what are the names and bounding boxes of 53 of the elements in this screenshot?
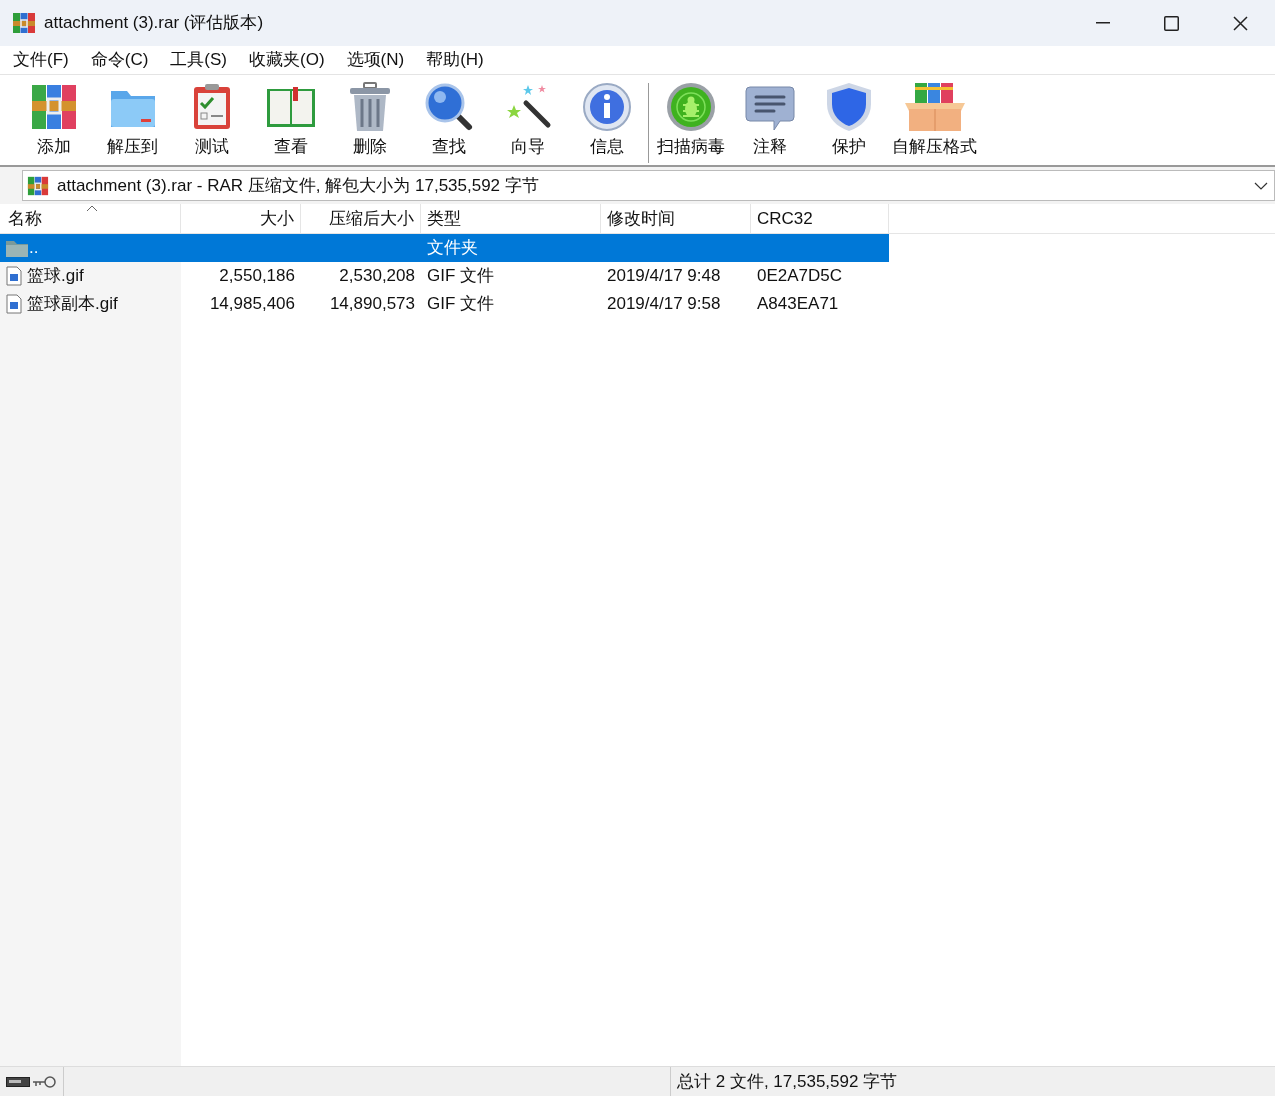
key-icon <box>32 1074 56 1089</box>
close-icon <box>1232 15 1248 31</box>
maximize-icon <box>1163 15 1179 31</box>
folder-icon <box>6 239 28 257</box>
toolbar-button[interactable]: 删除 <box>330 81 409 158</box>
bug-scanner-icon <box>664 81 717 133</box>
toolbar-button[interactable]: 注释 <box>730 81 809 158</box>
table-cell: GIF 文件 <box>427 266 495 286</box>
table-cell-text: 篮球副本.gif <box>27 293 118 316</box>
image-file-icon <box>6 294 22 314</box>
table-cell: 14,890,573 <box>329 294 415 314</box>
table-cell: A843EA71 <box>757 294 839 314</box>
window-title: attachment (3).rar (评估版本) <box>44 12 264 35</box>
menu-item[interactable]: 命令(C) <box>83 47 156 73</box>
address-field[interactable]: attachment (3).rar - RAR 压缩文件, 解包大小为 17,535,592 字节 <box>22 170 1275 201</box>
toolbar-button[interactable]: 查看 <box>251 81 330 158</box>
toolbar-button[interactable]: 测试 <box>172 81 251 158</box>
table-cell-text: 篮球.gif <box>27 265 84 288</box>
menu-item[interactable]: 文件(F) <box>6 47 76 73</box>
box-books-icon <box>902 81 967 133</box>
file-row[interactable]: .. 文件夹 <box>0 234 889 262</box>
table-cell: 文件夹 <box>427 238 478 258</box>
image-file-icon <box>6 266 22 286</box>
app-icon <box>12 11 36 35</box>
table-cell: 2019/4/17 9:48 <box>607 266 721 286</box>
file-row[interactable]: 篮球副本.gif 14,985,406 14,890,573 GIF 文件 2019/4/17 9:58 A843EA71 <box>0 290 889 318</box>
column-header[interactable]: 名称 <box>0 204 181 233</box>
table-cell: 2019/4/17 9:58 <box>607 294 721 314</box>
menu-item[interactable]: 帮助(H) <box>419 47 491 73</box>
menu-item[interactable]: 选项(N) <box>339 47 412 73</box>
toolbar-button[interactable]: 查找 <box>409 81 488 158</box>
menu-item[interactable]: 工具(S) <box>163 47 234 73</box>
table-cell: 2,550,186 <box>219 266 295 286</box>
table-cell: 0E2A7D5C <box>757 266 843 286</box>
minimize-icon <box>1096 22 1110 24</box>
toolbar-button[interactable]: 信息 <box>567 81 646 158</box>
archive-icon <box>27 174 49 197</box>
status-text: 总计 2 文件, 17,535,592 字节 <box>670 1067 898 1096</box>
table-cell: 2,530,208 <box>339 266 415 286</box>
dropdown-caret-icon <box>1254 181 1268 190</box>
sort-caret-icon <box>86 205 98 212</box>
toolbar-button[interactable]: 解压到 <box>93 81 172 158</box>
toolbar-button[interactable]: 自解压格式 <box>888 81 981 158</box>
toolbar-button[interactable]: 向导 <box>488 81 567 158</box>
toolbar-button[interactable]: 扫描病毒 <box>651 81 730 158</box>
info-icon <box>580 81 633 133</box>
table-cell: 14,985,406 <box>209 294 295 314</box>
table-cell: GIF 文件 <box>427 294 495 314</box>
toolbar-button[interactable]: 添加 <box>14 81 93 158</box>
toolbar-button[interactable]: 保护 <box>809 81 888 158</box>
file-row[interactable]: 篮球.gif 2,550,186 2,530,208 GIF 文件 2019/4/17 9:48 0E2A7D5C <box>0 262 889 290</box>
menu-item[interactable]: 收藏夹(O) <box>242 47 332 73</box>
drive-icon <box>6 1075 30 1088</box>
